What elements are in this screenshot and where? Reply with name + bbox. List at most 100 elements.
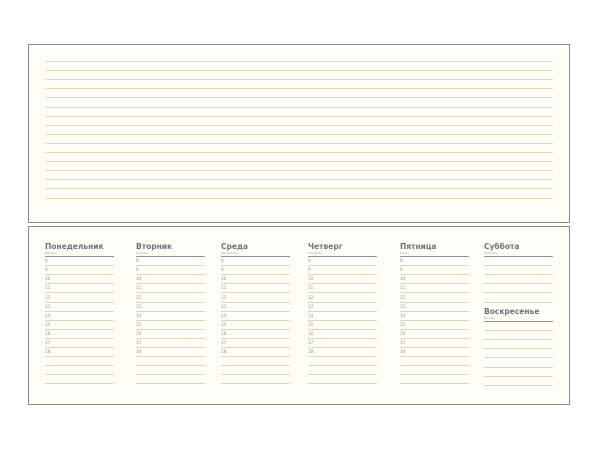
- hour-label: 8: [45, 258, 48, 264]
- hour-label: 17: [400, 340, 406, 345]
- hour-label: 12: [400, 294, 406, 300]
- hour-label: 16: [45, 330, 51, 336]
- hour-line: [308, 374, 377, 376]
- hour-label: 15: [308, 321, 314, 327]
- hour-label: 12: [136, 294, 142, 300]
- day-column: Суббота Saturday: [484, 242, 553, 308]
- hour-line: [308, 356, 377, 358]
- hour-line: [400, 319, 469, 321]
- hour-label: 14: [400, 312, 406, 318]
- hour-line: [136, 374, 205, 376]
- hour-line: [45, 356, 114, 358]
- hour-label: 15: [45, 321, 51, 327]
- hour-line: [484, 330, 553, 332]
- hour-label: 16: [308, 330, 314, 336]
- hour-label: 10: [308, 276, 314, 282]
- hour-label: 17: [308, 340, 314, 345]
- day-header-rule: [136, 256, 205, 257]
- day-header-rule: [484, 256, 553, 257]
- hour-label: 14: [136, 312, 142, 318]
- hour-label: 15: [136, 321, 142, 327]
- day-header-rule: [400, 256, 469, 257]
- note-line: [45, 88, 553, 90]
- hour-label: 10: [45, 276, 51, 282]
- notes-panel: [28, 44, 570, 223]
- hour-label: 14: [221, 312, 227, 318]
- hour-label: 18: [45, 349, 51, 355]
- hour-label: 10: [221, 276, 227, 282]
- hour-line: [45, 283, 114, 285]
- hour-line: [136, 283, 205, 285]
- hour-line: [221, 292, 290, 294]
- hour-line: [136, 347, 205, 348]
- hour-line: [136, 383, 205, 385]
- hour-line: [400, 356, 469, 358]
- day-subtitle: Monday: [45, 251, 57, 255]
- day-header-rule: [484, 321, 553, 322]
- note-line: [45, 61, 553, 62]
- note-line: [45, 179, 553, 181]
- hour-label: 9: [136, 267, 139, 273]
- hour-line: [45, 319, 114, 321]
- hour-line: [308, 319, 377, 321]
- day-column: Понедельник Monday 8 9 10 11 12 13 14 15 16 17 18: [45, 242, 114, 389]
- hour-line: [308, 383, 377, 385]
- day-name: Четверг: [308, 242, 343, 251]
- hour-line: [45, 265, 114, 267]
- hour-line: [221, 301, 290, 303]
- hour-line: [484, 348, 553, 350]
- day-subtitle: Sunday: [484, 316, 496, 320]
- day-header-rule: [45, 256, 114, 257]
- hour-label: 13: [400, 303, 406, 309]
- hour-label: 11: [136, 285, 142, 291]
- hour-line: [400, 383, 469, 385]
- hour-label: 11: [308, 285, 314, 291]
- hour-label: 8: [308, 258, 311, 264]
- hour-line: [221, 337, 290, 339]
- week-panel: Понедельник Monday 8 9 10 11 12 13 14 15 16 17 18 Вто…: [28, 226, 570, 405]
- day-subtitle: Thursday: [308, 251, 322, 255]
- day-name: Вторник: [136, 242, 173, 251]
- hour-label: 18: [308, 349, 314, 355]
- hour-line: [45, 365, 114, 367]
- hour-line: [221, 319, 290, 321]
- hour-line: [136, 319, 205, 321]
- day-column: Вторник Tuesday 8 9 10 11 12 13 14 15 16 17 18: [136, 242, 205, 389]
- hour-line: [308, 274, 377, 276]
- day-name: Среда: [221, 242, 249, 251]
- hour-line: [400, 365, 469, 367]
- hour-line: [484, 339, 553, 341]
- note-line: [45, 152, 553, 153]
- hour-line: [221, 283, 290, 285]
- hour-line: [400, 301, 469, 303]
- hour-line: [221, 310, 290, 312]
- hour-line: [484, 384, 553, 386]
- note-line: [45, 188, 553, 190]
- day-column: Среда Wednesday 8 9 10 11 12 13 14 15 16 17 18: [221, 242, 290, 389]
- note-line: [45, 79, 553, 81]
- hour-line: [136, 337, 205, 339]
- day-column: Воскресенье Sunday: [484, 307, 553, 391]
- hour-line: [221, 347, 290, 348]
- hour-label: 8: [136, 258, 139, 264]
- note-line: [45, 97, 553, 99]
- hour-label: 16: [400, 330, 406, 336]
- day-name: Воскресенье: [484, 307, 540, 316]
- hour-line: [45, 383, 114, 385]
- hour-label: 11: [400, 285, 406, 291]
- hour-label: 13: [136, 303, 142, 309]
- note-line: [45, 115, 553, 117]
- hour-line: [136, 265, 205, 267]
- hour-label: 11: [45, 285, 51, 291]
- hour-line: [221, 383, 290, 385]
- hour-line: [221, 356, 290, 358]
- hour-line: [221, 365, 290, 367]
- note-line: [45, 133, 553, 135]
- day-subtitle: Wednesday: [221, 251, 239, 255]
- hour-label: 17: [136, 340, 142, 345]
- hour-line: [400, 328, 469, 330]
- hour-line: [136, 301, 205, 303]
- hour-label: 16: [136, 330, 142, 336]
- hour-line: [308, 328, 377, 330]
- hour-line: [45, 337, 114, 339]
